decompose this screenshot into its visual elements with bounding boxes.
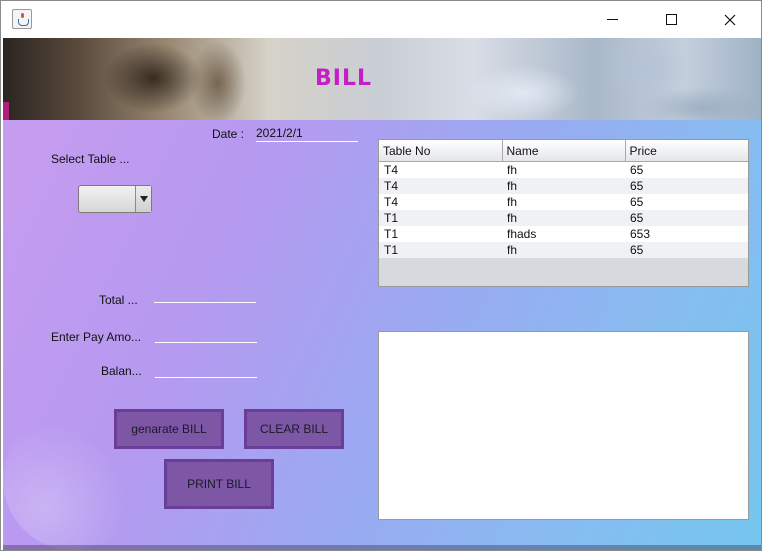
select-table-label: Select Table ... — [51, 152, 130, 166]
bill-panel: Date : 2021/2/1 Select Table ... Total .… — [3, 120, 761, 550]
table-row[interactable]: T1 fh 65 — [379, 242, 748, 258]
table-cell: fh — [502, 242, 625, 258]
generate-bill-button[interactable]: genarate BILL — [114, 409, 224, 449]
table-cell: 65 — [625, 161, 748, 178]
clear-bill-button[interactable]: CLEAR BILL — [244, 409, 344, 449]
table-cell: 65 — [625, 178, 748, 194]
total-label: Total ... — [99, 293, 138, 307]
title-bar[interactable] — [1, 1, 761, 38]
table-cell: fhads — [502, 226, 625, 242]
table-row[interactable]: T4 fh 65 — [379, 194, 748, 210]
close-icon — [724, 14, 736, 25]
table-cell: T1 — [379, 226, 502, 242]
table-cell: T4 — [379, 194, 502, 210]
table-cell: 653 — [625, 226, 748, 242]
column-header[interactable]: Price — [625, 140, 748, 162]
minimize-icon — [606, 19, 618, 20]
table-cell: 65 — [625, 210, 748, 226]
header-banner: BILL — [3, 38, 761, 120]
close-button[interactable] — [701, 1, 759, 38]
table-select[interactable] — [78, 185, 152, 213]
table-cell: 65 — [625, 194, 748, 210]
table-row[interactable]: T1 fh 65 — [379, 210, 748, 226]
date-value: 2021/2/1 — [256, 126, 303, 140]
column-header[interactable]: Table No — [379, 140, 503, 162]
app-window: BILL Date : 2021/2/1 Select Table ... To… — [0, 0, 762, 551]
maximize-button[interactable] — [642, 1, 700, 38]
orders-table[interactable]: Table No Name Price T4 fh 65 T4 fh 65 T4… — [378, 139, 749, 287]
date-label: Date : — [212, 127, 245, 141]
table-cell: T1 — [379, 242, 502, 258]
table-row[interactable]: T4 fh 65 — [379, 161, 748, 178]
bill-text-area[interactable] — [378, 331, 749, 520]
table-row[interactable]: T4 fh 65 — [379, 178, 748, 194]
table-cell: fh — [502, 161, 625, 178]
table-cell: fh — [502, 210, 625, 226]
pay-amount-field[interactable] — [155, 342, 257, 343]
table-cell: fh — [502, 178, 625, 194]
balance-field[interactable] — [155, 377, 257, 378]
date-underline — [256, 141, 358, 142]
pay-amount-label: Enter Pay Amo... — [51, 330, 142, 344]
table-header-row: Table No Name Price — [379, 140, 748, 162]
total-field[interactable] — [154, 302, 256, 303]
java-cup-icon[interactable] — [12, 9, 32, 29]
balance-label: Balan... — [101, 364, 142, 378]
page-title: BILL — [315, 66, 372, 91]
print-bill-button[interactable]: PRINT BILL — [164, 459, 274, 509]
table-cell: 65 — [625, 242, 748, 258]
table-cell: T4 — [379, 178, 502, 194]
table-row[interactable]: T1 fhads 653 — [379, 226, 748, 242]
table-cell: T4 — [379, 161, 502, 178]
table-cell: fh — [502, 194, 625, 210]
minimize-button[interactable] — [583, 1, 641, 38]
maximize-icon — [665, 14, 677, 25]
dropdown-arrow-icon[interactable] — [135, 186, 151, 212]
column-header[interactable]: Name — [502, 140, 626, 162]
table-cell: T1 — [379, 210, 502, 226]
